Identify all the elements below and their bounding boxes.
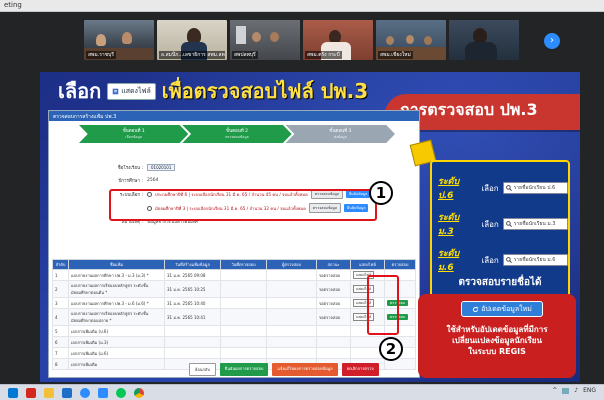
column-header: วันที่ตรวจสอบ <box>220 259 267 270</box>
student-list-m3-button[interactable]: รายชื่อนักเรียน ม.3 <box>502 218 568 230</box>
cancel-check-button[interactable]: ยกเลิกการตรวจ <box>341 363 379 376</box>
table-row: 4 แบบรายงานผลการเรียนจบหลักสูตร ระดับชั้น… <box>52 308 416 326</box>
step-3: ขั้นตอนที่ 3 ส่งข้อมูล <box>285 125 395 143</box>
table-row: 6 เอกสารเพิ่มเติม (ม.3) <box>52 336 416 348</box>
school-label: ชื่อโรงเรียน : <box>117 166 143 171</box>
column-header: ตรวจสอบ <box>384 259 416 270</box>
embedded-web-page: ตรวจสอบการสร้างแฟ้ม ปพ.3 ขั้นตอนที่ 1 เลื… <box>48 110 420 378</box>
update-data-button[interactable]: อัปเดตข้อมูลใหม่ <box>462 302 542 316</box>
highlight-box-2 <box>367 275 399 335</box>
year-value: 2564 <box>147 178 159 183</box>
participant-name: สพม.เชียงใหม่ <box>378 51 413 59</box>
system-tray: ^ ♪ ENG <box>552 387 596 394</box>
file-icon <box>112 88 119 94</box>
search-icon <box>505 185 512 191</box>
search-icon <box>505 221 512 227</box>
chevron-up-icon[interactable]: ^ <box>552 387 557 394</box>
web-topbar: ตรวจสอบการสร้างแฟ้ม ปพ.3 <box>49 111 419 121</box>
shared-slide: การตรวจสอบ ปพ.3 เลือก แสดงไฟล์ เพื่อตรวจ… <box>40 72 580 382</box>
participant-video[interactable]: สพม.ราชบุรี <box>84 20 154 60</box>
participant-name: สพม.ราชบุรี <box>86 51 116 59</box>
table-row: 3 แบบรายงานผลการศึกษา ปพ.3 - ม.6 (ม.6) * 3… <box>52 297 416 309</box>
files-table: ลำดับ ชื่อแฟ้ม วันที่สร้างแฟ้มข้อมูล วัน… <box>52 259 416 370</box>
participant-name: สพปลพบุรี <box>232 51 258 59</box>
volume-icon[interactable]: ♪ <box>574 387 578 394</box>
participant-video[interactable]: สพม.เชียงใหม่ <box>376 20 446 60</box>
search-icon <box>505 257 512 263</box>
line-icon[interactable] <box>116 387 126 398</box>
outlook-icon[interactable] <box>62 387 72 398</box>
participant-name: สพม.ตรัง กระบี่ <box>305 51 342 59</box>
banner-title: การตรวจสอบ ปพ.3 <box>400 100 538 119</box>
chrome-icon[interactable] <box>134 387 144 398</box>
year-label: ปีการศึกษา : <box>118 179 143 184</box>
student-list-p6-button[interactable]: รายชื่อนักเรียน ป.6 <box>502 182 568 194</box>
student-list-m6-button[interactable]: รายชื่อนักเรียน ม.6 <box>502 254 568 266</box>
word-icon[interactable] <box>98 387 108 398</box>
refresh-icon <box>473 306 479 312</box>
level-label: ระดับ ม.3 <box>438 213 460 237</box>
column-header: วันที่สร้างแฟ้มข้อมูล <box>164 259 221 270</box>
windows-icon[interactable] <box>8 387 18 398</box>
show-file-button: แสดงไฟล์ <box>107 82 156 100</box>
column-header: แสดงไฟล์ <box>350 259 385 270</box>
slide-purpose-title: เพื่อตรวจสอบไฟล์ ปพ.3 <box>161 79 369 103</box>
school-field[interactable]: 01020101 <box>147 164 176 171</box>
back-button[interactable]: ย้อนกลับ <box>189 363 216 376</box>
pdf-icon[interactable] <box>26 387 36 398</box>
table-row: 7 เอกสารเพิ่มเติม (ม.6) <box>52 347 416 359</box>
language-indicator[interactable]: ENG <box>583 387 596 394</box>
table-row: 2 แบบรายงานผลการเรียนจบหลักสูตร ระดับชั้น… <box>52 280 416 298</box>
table-row: 5 เอกสารเพิ่มเติม (ป.6) <box>52 325 416 337</box>
participant-name: อ.สมนึก...เลขาธิการ สพม.สต <box>159 51 225 59</box>
participant-strip: สพม.ราชบุรี อ.สมนึก...เลขาธิการ สพม.สต ส… <box>84 20 519 60</box>
level-label: ระดับ ป.6 <box>438 177 460 201</box>
check-names-caption: ตรวจสอบรายชื่อได้ <box>458 277 542 288</box>
folder-icon[interactable] <box>44 387 54 398</box>
bottom-actions: ย้อนกลับ ยืนยันผลการตรวจสอบ แจ้งแก้ไขผลก… <box>189 363 379 376</box>
participant-video-active[interactable]: สพปลพบุรี <box>230 20 300 60</box>
report-fix-button[interactable]: แจ้งแก้ไขผลการตรวจสอบข้อมูล <box>272 363 338 376</box>
window-title: eting <box>4 1 22 9</box>
participant-video[interactable] <box>449 20 519 60</box>
meeting-area: สพม.ราชบุรี อ.สมนึก...เลขาธิการ สพม.สต ส… <box>0 12 604 384</box>
highlight-box-1 <box>109 189 377 221</box>
pick-label: เลือก <box>481 219 499 229</box>
column-header: สถานะ <box>316 259 351 270</box>
pick-label: เลือก <box>481 183 499 193</box>
pick-label: เลือก <box>481 255 499 265</box>
network-icon[interactable] <box>562 387 570 394</box>
step-1: ขั้นตอนที่ 1 เลือกข้อมูล <box>79 125 189 143</box>
update-description: ใช้สำหรับอัปเดตข้อมูลที่มีการ เปลี่ยนแปล… <box>446 325 548 356</box>
table-row: 1 แบบรายงานผลการศึกษา ปพ.3 - ม.3 (ม.3) * 3… <box>52 269 416 281</box>
zoom-icon[interactable] <box>80 387 90 398</box>
window-titlebar: eting <box>0 0 604 12</box>
update-panel: อัปเดตข้อมูลใหม่ ใช้สำหรับอัปเดตข้อมูลที… <box>418 294 576 378</box>
taskbar: ^ ♪ ENG <box>0 384 604 400</box>
column-header: ผู้ตรวจสอบ <box>266 259 317 270</box>
marker-2: 2 <box>379 337 403 361</box>
marker-1: 1 <box>369 181 393 205</box>
column-header: ลำดับ <box>52 259 69 270</box>
progress-steps: ขั้นตอนที่ 1 เลือกข้อมูล ขั้นตอนที่ 2 ตรวจ… <box>79 125 395 143</box>
column-header: ชื่อแฟ้ม <box>68 259 165 270</box>
chevron-right-icon[interactable]: › <box>544 33 560 49</box>
step-2: ขั้นตอนที่ 2 ตรวจสอบข้อมูล <box>182 125 292 143</box>
confirm-check-button[interactable]: ยืนยันผลการตรวจสอบ <box>219 363 269 376</box>
participant-video[interactable]: อ.สมนึก...เลขาธิการ สพม.สต <box>157 20 227 60</box>
participant-video[interactable]: สพม.ตรัง กระบี่ <box>303 20 373 60</box>
select-word: เลือก <box>58 79 102 103</box>
slide-heading: เลือก แสดงไฟล์ เพื่อตรวจสอบไฟล์ ปพ.3 <box>58 76 368 106</box>
level-label: ระดับ ม.6 <box>438 249 460 273</box>
level-panel: ระดับ ป.6 เลือก รายชื่อนักเรียน ป.6 ระดั… <box>430 160 570 298</box>
